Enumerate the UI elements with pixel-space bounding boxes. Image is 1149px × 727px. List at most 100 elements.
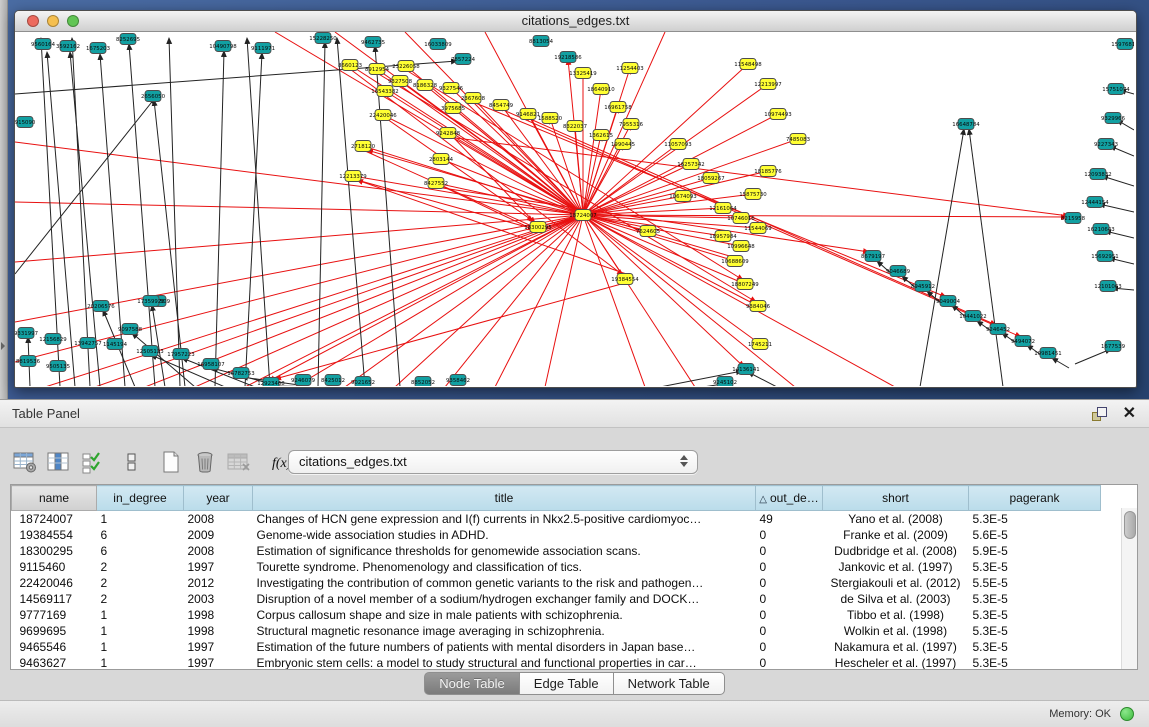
network-node[interactable]: 19384554 (611, 274, 639, 285)
network-edge[interactable] (215, 51, 224, 386)
network-node[interactable]: 11057093 (664, 139, 691, 150)
table-selector-dropdown[interactable]: citations_edges.txt (288, 450, 698, 474)
show-columns-icon[interactable] (46, 449, 72, 475)
network-node[interactable]: 18300295 (524, 222, 551, 233)
panel-collapse-arrow-icon[interactable] (1, 342, 5, 350)
column-header-out-de-[interactable]: △out_de… (756, 486, 823, 511)
network-node[interactable]: 2803144 (429, 154, 454, 165)
network-node[interactable]: 9146821 (516, 109, 540, 120)
network-edge[interactable] (583, 144, 678, 215)
table-row[interactable]: 946362711997Embryonic stem cells: a mode… (12, 655, 1101, 670)
network-node[interactable]: 16033809 (424, 39, 452, 50)
network-node[interactable]: 16257342 (677, 159, 704, 170)
network-canvas[interactable]: 1872400718300295866012389129542322605893… (15, 32, 1134, 386)
network-edge[interactable] (318, 42, 325, 386)
network-node[interactable]: 16958107 (197, 359, 224, 370)
network-node[interactable]: 1745211 (748, 339, 772, 350)
network-node[interactable]: 9111971 (251, 43, 275, 54)
network-node[interactable]: 9021652 (351, 377, 375, 387)
row-grip-icon[interactable] (124, 449, 140, 475)
select-attributes-icon[interactable] (80, 449, 106, 475)
network-node[interactable]: 19218586 (554, 52, 582, 63)
import-table-icon[interactable] (226, 449, 252, 475)
table-settings-icon[interactable] (12, 449, 38, 475)
table-row[interactable]: 1456911722003Disruption of a novel membe… (12, 591, 1101, 607)
window-minimize-button[interactable] (47, 15, 59, 27)
network-node[interactable]: 1588520 (538, 113, 563, 124)
network-view-window[interactable]: citations_edges.txt 18724007183002958660… (14, 10, 1137, 388)
network-node[interactable]: 15751074 (1102, 84, 1130, 95)
network-node[interactable]: 13325419 (569, 68, 597, 79)
network-node[interactable]: 11254403 (616, 63, 643, 74)
table-row[interactable]: 1830029562008Estimation of significance … (12, 543, 1101, 559)
network-node[interactable]: 20206576 (87, 301, 115, 312)
table-row[interactable]: 911546021997Tourette syndrome. Phenomeno… (12, 559, 1101, 575)
network-edge[interactable] (275, 283, 625, 379)
network-node[interactable]: 2367608 (461, 93, 486, 104)
network-edge[interactable] (72, 38, 90, 386)
network-node[interactable]: 9242848 (436, 128, 461, 139)
network-node[interactable]: 2656050 (141, 91, 166, 102)
network-edge[interactable] (448, 137, 1069, 216)
column-header-title[interactable]: title (253, 486, 756, 511)
network-node[interactable]: 12213379 (339, 171, 367, 182)
network-edge[interactable] (395, 215, 583, 386)
network-node[interactable]: 1990445 (611, 139, 635, 150)
network-node[interactable]: 3592162 (56, 41, 80, 52)
network-node[interactable]: 14136141 (732, 364, 759, 375)
float-panel-icon[interactable] (1092, 407, 1107, 421)
network-edge[interactable] (169, 38, 180, 386)
network-node[interactable]: 18640910 (587, 84, 615, 95)
network-node[interactable]: 8813054 (529, 36, 554, 47)
network-node[interactable]: 17957223 (167, 349, 194, 360)
network-edge[interactable] (920, 129, 964, 386)
network-node[interactable]: 12444154 (1081, 197, 1109, 208)
network-edge[interactable] (154, 100, 185, 386)
scrollbar-thumb[interactable] (1124, 511, 1136, 539)
tab-edge-table[interactable]: Edge Table (520, 672, 614, 695)
network-node[interactable]: 9358462 (446, 375, 470, 386)
network-node[interactable]: 12213997 (754, 79, 781, 90)
network-node[interactable]: 10996648 (727, 241, 755, 252)
network-node[interactable]: 12093832 (1084, 169, 1111, 180)
delete-column-icon[interactable] (192, 449, 218, 475)
new-column-icon[interactable] (158, 449, 184, 475)
network-node[interactable]: 18185776 (754, 166, 782, 177)
network-node[interactable]: 9505135 (46, 361, 70, 372)
network-node[interactable]: 8660123 (338, 60, 362, 71)
window-titlebar[interactable]: citations_edges.txt (15, 11, 1136, 32)
network-edge[interactable] (45, 215, 583, 386)
network-node[interactable]: 8912954 (365, 64, 390, 75)
network-node[interactable]: 15976813 (1111, 39, 1134, 50)
network-node[interactable]: 9327546 (439, 83, 464, 94)
network-node[interactable]: 9097588 (118, 324, 143, 335)
network-node[interactable]: 10688609 (721, 256, 749, 267)
network-edge[interactable] (337, 38, 365, 386)
network-node[interactable]: 8252695 (116, 34, 140, 45)
network-node[interactable]: 9245102 (713, 377, 737, 387)
network-node[interactable]: 10490798 (209, 41, 237, 52)
network-edge[interactable] (100, 54, 125, 386)
network-edge[interactable] (245, 215, 583, 386)
network-node[interactable]: 8945912 (911, 281, 935, 292)
network-node[interactable]: 1145194 (103, 339, 128, 350)
network-edge[interactable] (247, 38, 270, 386)
network-node[interactable]: 9246452 (986, 324, 1010, 335)
close-panel-icon[interactable]: ✕ (1123, 403, 1136, 423)
network-edge[interactable] (15, 98, 155, 274)
network-edge[interactable] (70, 52, 100, 386)
network-node[interactable]: 8679197 (861, 251, 885, 262)
network-node[interactable]: 8819536 (16, 356, 41, 367)
table-row[interactable]: 969969511998Structural magnetic resonanc… (12, 623, 1101, 639)
table-row[interactable]: 1938455462009Genome-wide association stu… (12, 527, 1101, 543)
network-node[interactable]: 16782753 (227, 368, 254, 379)
network-node[interactable]: 15228250 (309, 33, 337, 44)
network-node[interactable]: 18957984 (709, 231, 737, 242)
tab-network-table[interactable]: Network Table (614, 672, 725, 695)
network-node[interactable]: 13942757 (74, 338, 101, 349)
network-node[interactable]: 16543382 (371, 86, 398, 97)
network-node[interactable]: 22420046 (369, 110, 397, 121)
network-node[interactable]: 12156829 (39, 334, 67, 345)
network-node[interactable]: 2718120 (351, 141, 376, 152)
window-zoom-button[interactable] (67, 15, 79, 27)
